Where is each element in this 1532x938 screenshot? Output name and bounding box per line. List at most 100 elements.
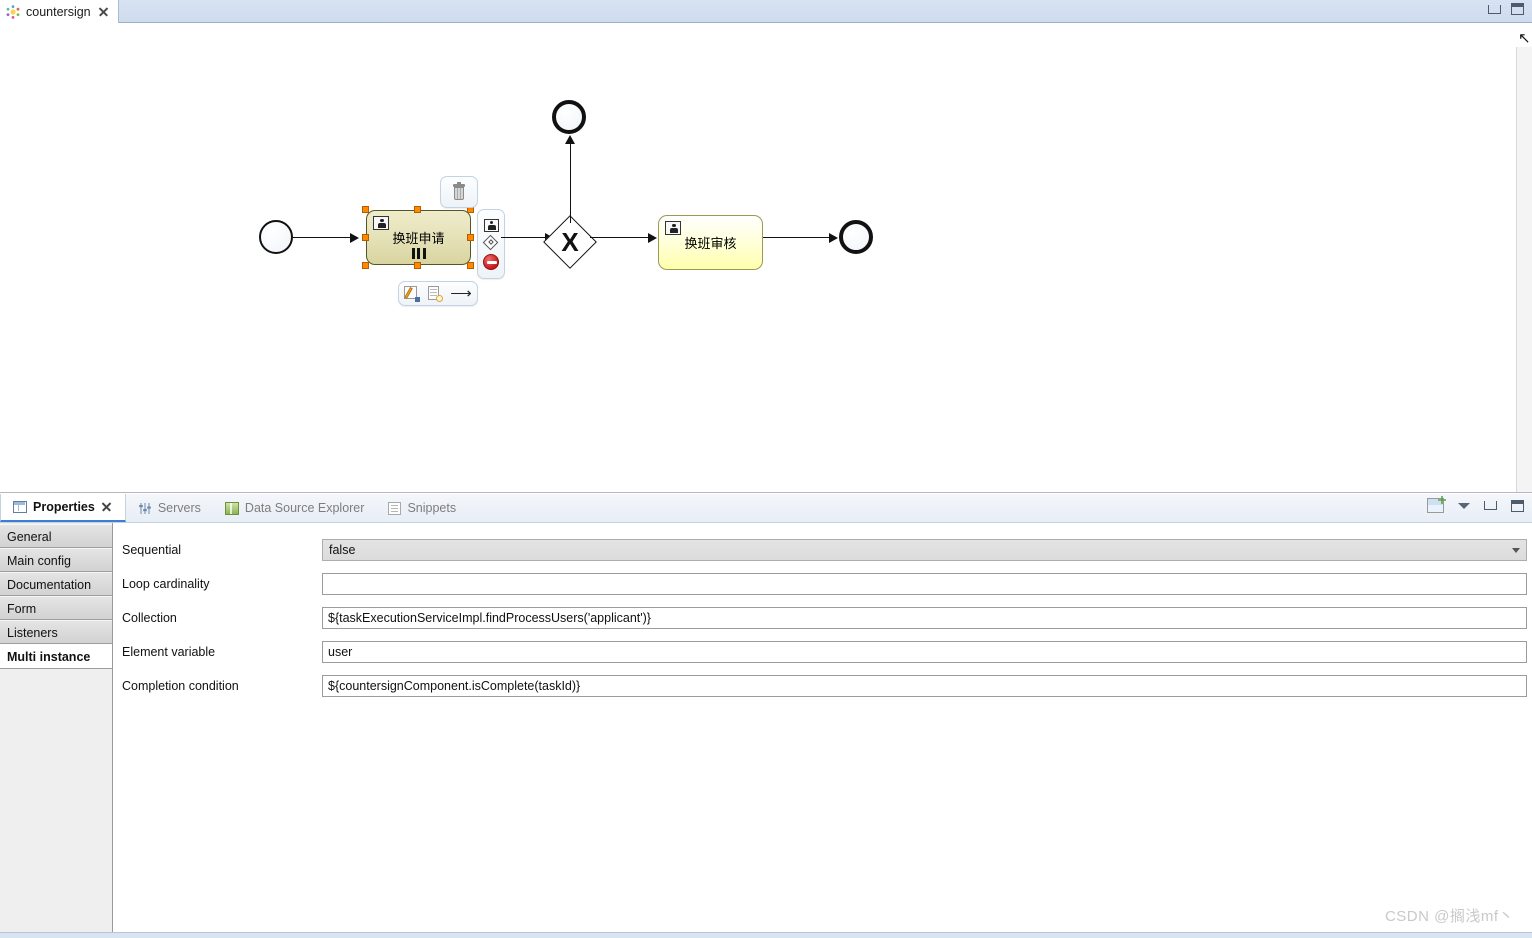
sidebar-item-label: Documentation [7,578,92,592]
maximize-icon[interactable] [1511,499,1524,512]
inspect-icon[interactable] [427,285,444,302]
sequence-flow-4-arrow [648,232,657,243]
selection-handle-w[interactable] [362,234,369,241]
servers-icon [138,502,152,515]
element-variable-input[interactable]: user [322,641,1527,663]
sidebar-empty-area [0,668,112,938]
selection-handle-nw[interactable] [362,206,369,213]
watermark: CSDN @搁浅mf丶 [1384,908,1514,925]
window-controls [1488,3,1524,15]
sequence-flow-3-arrow [565,135,575,144]
field-row-element-variable: Element variable user [122,635,1530,669]
field-row-collection: Collection ${taskExecutionServiceImpl.fi… [122,601,1530,635]
exclusive-gateway-x-icon: X [561,227,579,257]
loop-cardinality-label: Loop cardinality [122,577,210,591]
sidebar-item-label: Listeners [7,626,58,640]
context-pad-delete[interactable] [440,176,478,208]
bpmn-canvas[interactable]: 换班申请 ⟶ X 换班审核 ↖ [0,23,1532,493]
append-end-event-icon[interactable] [483,253,499,270]
selection-handle-s[interactable] [414,262,421,269]
element-variable-label: Element variable [122,645,216,659]
selection-handle-n[interactable] [414,206,421,213]
context-pad-append[interactable] [477,209,505,279]
selection-handle-e[interactable] [467,234,474,241]
properties-sidebar: General Main config Documentation Form L… [0,523,113,938]
start-event[interactable] [259,220,293,254]
new-view-icon[interactable] [1427,498,1444,513]
task-huanban-shenhe[interactable]: 换班审核 [658,215,763,270]
minimize-icon[interactable] [1484,501,1497,510]
sidebar-item-general[interactable]: General [0,524,112,548]
sidebar-item-label: Form [7,602,37,616]
connect-arrow-icon[interactable]: ⟶ [450,286,472,301]
properties-icon [13,501,27,513]
edit-icon[interactable] [404,285,421,302]
sidebar-item-listeners[interactable]: Listeners [0,620,112,644]
task-label: 换班审核 [684,236,737,251]
sequence-flow-4[interactable] [590,236,650,239]
completion-condition-label: Completion condition [122,679,239,693]
eclipse-icon [6,4,20,19]
selection-handle-se[interactable] [467,262,474,269]
properties-view: Properties Servers Data Source Explorer … [0,494,1532,938]
append-user-task-icon[interactable] [483,218,499,232]
loop-cardinality-input[interactable] [322,573,1527,595]
status-bar [0,932,1532,938]
sidebar-item-main-config[interactable]: Main config [0,548,112,572]
sidebar-item-label: General [7,530,52,544]
sequential-select[interactable]: false [322,539,1527,561]
data-source-icon [224,501,239,515]
tab-label: Properties [33,500,95,514]
sequence-flow-1-arrow [350,232,359,243]
properties-body: General Main config Documentation Form L… [0,523,1532,938]
task-huanban-shenqing[interactable]: 换班申请 [366,210,471,265]
minimize-icon[interactable] [1488,4,1501,14]
sidebar-item-documentation[interactable]: Documentation [0,572,112,596]
eclipse-window: countersign 换班申请 ⟶ X 换班审核 ↖ Properties S… [0,0,1532,938]
multi-instance-form: Sequential false Loop cardinality Collec… [113,523,1532,938]
sequential-label: Sequential [122,543,182,557]
sequence-flow-5-arrow [829,232,838,243]
tab-snippets[interactable]: Snippets [376,494,468,522]
maximize-icon[interactable] [1511,3,1524,15]
resize-cursor-icon: ↖ [1518,30,1531,47]
close-icon[interactable] [97,5,110,18]
selection-handle-sw[interactable] [362,262,369,269]
field-row-loop-cardinality: Loop cardinality [122,567,1530,601]
chevron-down-icon [1512,547,1520,553]
editor-tabbar: countersign [0,0,1532,23]
user-task-icon [373,216,389,230]
end-event-top[interactable] [552,100,586,134]
canvas-vertical-scrollbar[interactable] [1516,47,1532,492]
sequence-flow-5[interactable] [763,236,831,239]
delete-icon[interactable] [452,182,466,200]
end-event-right[interactable] [839,220,873,254]
sidebar-item-form[interactable]: Form [0,596,112,620]
sequence-flow-1[interactable] [293,236,351,239]
completion-condition-input[interactable]: ${countersignComponent.isComplete(taskId… [322,675,1527,697]
sequential-value: false [329,543,356,557]
editor-tab-label: countersign [26,4,91,19]
context-pad-tools[interactable]: ⟶ [398,281,478,306]
field-row-completion-condition: Completion condition ${countersignCompon… [122,669,1530,703]
multi-instance-parallel-marker-icon [411,248,426,259]
sequence-flow-2[interactable] [501,236,547,239]
tab-label: Snippets [407,501,457,515]
append-gateway-icon[interactable] [482,234,499,251]
editor-tab-countersign[interactable]: countersign [0,0,119,23]
properties-tabbar: Properties Servers Data Source Explorer … [0,494,1532,523]
user-task-icon [665,221,681,235]
tab-data-source-explorer[interactable]: Data Source Explorer [213,494,377,522]
task-label: 换班申请 [392,231,445,246]
view-menu-icon[interactable] [1458,502,1470,509]
tab-servers[interactable]: Servers [126,494,213,522]
tab-properties[interactable]: Properties [0,494,126,522]
sequence-flow-3[interactable] [569,140,572,223]
tab-label: Servers [157,501,201,515]
properties-toolbar [1427,498,1524,513]
collection-input[interactable]: ${taskExecutionServiceImpl.findProcessUs… [322,607,1527,629]
field-row-sequential: Sequential false [122,533,1530,567]
close-icon[interactable] [101,501,113,513]
sidebar-item-multi-instance[interactable]: Multi instance [0,644,112,668]
tab-label: Data Source Explorer [244,501,365,515]
